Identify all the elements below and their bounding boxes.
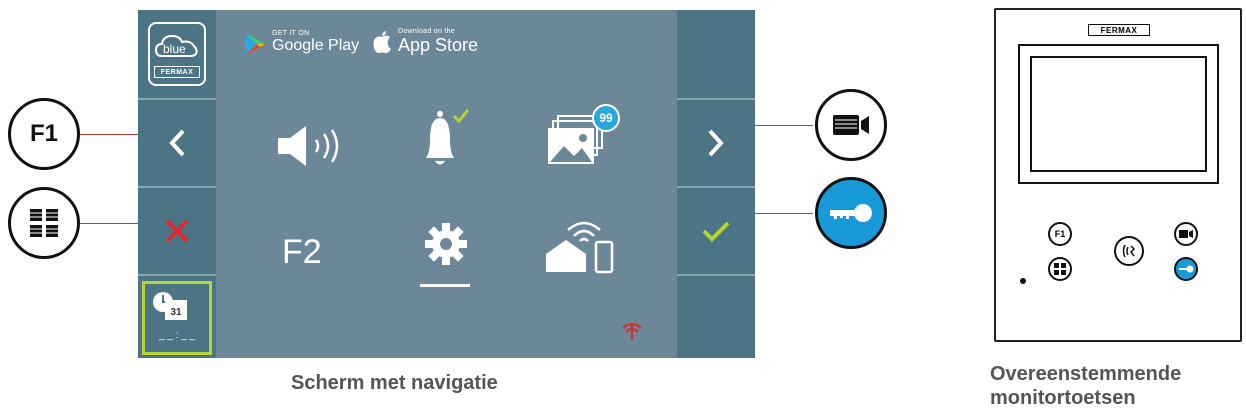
left-softkey-column: blue FERMAX 31 _ _ : _ _ [138,10,216,358]
monitor-display [138,10,677,358]
camera-leader-line [755,125,813,126]
gallery-count-badge: 99 [592,104,620,132]
empty-softkey-bottom [677,276,755,358]
cancel-button[interactable] [138,188,216,274]
chevron-left-icon [169,129,185,157]
confirm-button[interactable] [677,188,755,274]
camera-button[interactable] [815,89,887,161]
door-open-button[interactable] [815,177,887,249]
camera-icon [1179,230,1193,238]
selected-indicator [420,284,470,287]
grid-icon [1054,263,1066,275]
right-softkey-column [677,10,755,358]
settings-menu-item[interactable] [416,222,476,296]
key-leader-line [755,213,813,214]
cloud-icon: blue [154,32,200,60]
grid-icon [30,209,58,237]
logo-text: blue [163,42,186,56]
brand-logo: blue FERMAX [138,10,216,98]
key-icon [1179,265,1194,273]
previous-button[interactable] [138,100,216,186]
chevron-right-icon [708,129,724,157]
monitor-f1-button[interactable]: F1 [1048,222,1072,246]
empty-softkey-top [677,10,755,98]
wifi-status [621,320,643,342]
notifications-menu-item[interactable] [420,106,492,170]
volume-menu-item[interactable] [276,122,348,170]
gear-icon [425,223,467,265]
f1-leader-line [80,134,138,135]
logo-brand: FERMAX [160,68,194,76]
monitor-brand-label: FERMAX [1088,24,1150,36]
monitor-key-button[interactable] [1174,257,1198,281]
f2-menu-item[interactable]: F2 [282,233,322,272]
status-led [1020,278,1026,284]
speaker-volume-icon [278,126,339,166]
monitor-grid-button[interactable] [1048,257,1072,281]
grid-leader-line [80,223,138,224]
monitor-caption: Overeenstemmende monitortoetsen [990,363,1182,409]
monitor-screen [1018,44,1219,184]
apple-icon [373,31,391,54]
checkmark-icon [702,221,730,242]
date-time-button[interactable]: 31 _ _ : _ _ [138,278,216,358]
gallery-menu-item[interactable]: 99 [546,104,626,168]
f1-button[interactable]: F1 [8,98,80,170]
monitor-camera-button[interactable] [1174,222,1198,246]
key-icon [830,204,872,222]
monitor-device: FERMAX F1 [994,8,1242,342]
menu-grid-button[interactable] [8,187,80,259]
handset-talk-icon [1122,244,1136,258]
next-button[interactable] [677,100,755,186]
smart-home-icon [546,221,614,274]
wifi-disconnected-icon [622,323,642,340]
smart-home-menu-item[interactable] [544,220,616,274]
calendar-icon: 31 [165,300,187,320]
time-display: _ _ : _ _ [158,330,196,341]
monitor-talk-button[interactable] [1114,236,1144,266]
close-icon [165,219,189,243]
screen-caption: Scherm met navigatie [291,372,498,394]
google-play-icon [245,33,265,55]
bell-icon [426,109,470,165]
camera-icon [833,115,869,135]
